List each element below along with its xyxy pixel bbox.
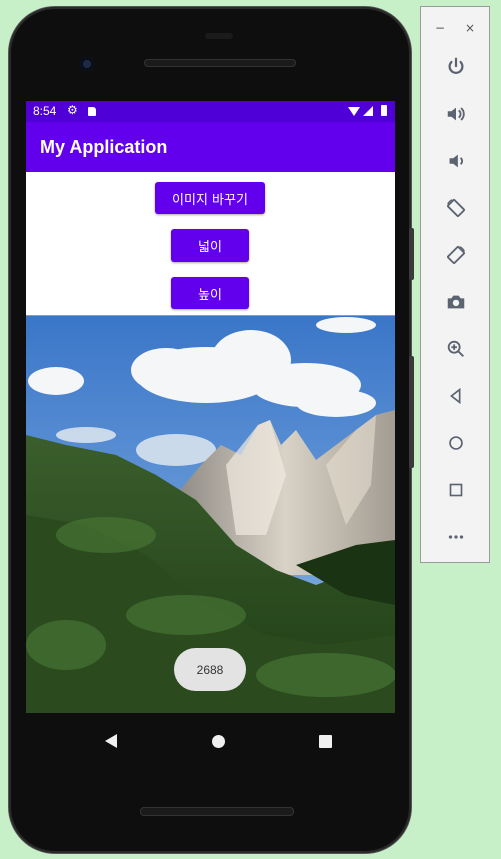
settings-icon: ⚙ <box>67 103 78 117</box>
power-icon[interactable] <box>443 54 469 80</box>
height-button[interactable]: 높이 <box>171 277 249 309</box>
width-button[interactable]: 넓이 <box>171 229 249 262</box>
volume-down-icon[interactable] <box>443 148 469 174</box>
wifi-icon <box>348 107 360 116</box>
bottom-speaker <box>140 807 294 816</box>
home-icon[interactable] <box>443 430 469 456</box>
device-screen: 8:54 ⚙ My Application 이미지 바꾸기 넓이 높이 2688 <box>26 101 395 713</box>
minimize-button[interactable]: − <box>435 21 445 35</box>
image-divider <box>26 315 395 316</box>
nav-overview-button[interactable] <box>319 735 332 748</box>
more-icon[interactable] <box>443 524 469 550</box>
change-image-button[interactable]: 이미지 바꾸기 <box>155 182 265 214</box>
close-button[interactable]: × <box>465 21 475 35</box>
rotate-right-icon[interactable] <box>443 242 469 268</box>
rotate-left-icon[interactable] <box>443 195 469 221</box>
zoom-icon[interactable] <box>443 336 469 362</box>
app-bar: My Application <box>26 122 395 172</box>
top-speaker <box>144 59 296 67</box>
volume-up-icon[interactable] <box>443 101 469 127</box>
emulator-toolbar: − × <box>420 6 490 563</box>
top-notch <box>205 33 233 39</box>
volume-side-button[interactable] <box>409 356 414 468</box>
front-camera <box>80 57 94 71</box>
back-icon[interactable] <box>443 383 469 409</box>
camera-icon[interactable] <box>443 289 469 315</box>
status-time: 8:54 <box>33 104 57 118</box>
app-title: My Application <box>40 137 168 157</box>
overview-icon[interactable] <box>443 477 469 503</box>
toast-message: 2688 <box>174 648 246 691</box>
signal-icon <box>363 106 373 116</box>
power-side-button[interactable] <box>409 228 414 280</box>
status-bar: 8:54 ⚙ <box>26 101 395 122</box>
nav-back-button[interactable] <box>105 734 117 748</box>
nav-home-button[interactable] <box>212 735 225 748</box>
sd-card-icon <box>88 107 96 116</box>
battery-icon <box>381 105 387 116</box>
